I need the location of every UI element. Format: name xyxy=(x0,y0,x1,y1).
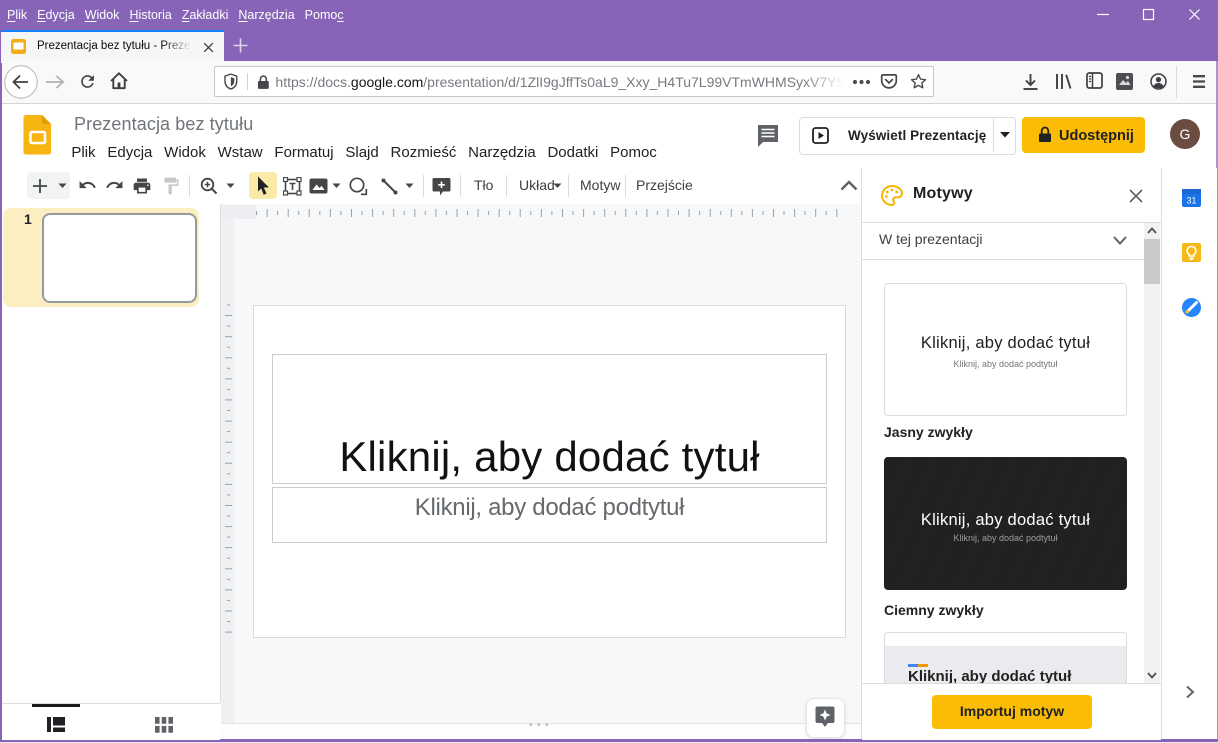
svg-text:31: 31 xyxy=(1186,196,1196,206)
